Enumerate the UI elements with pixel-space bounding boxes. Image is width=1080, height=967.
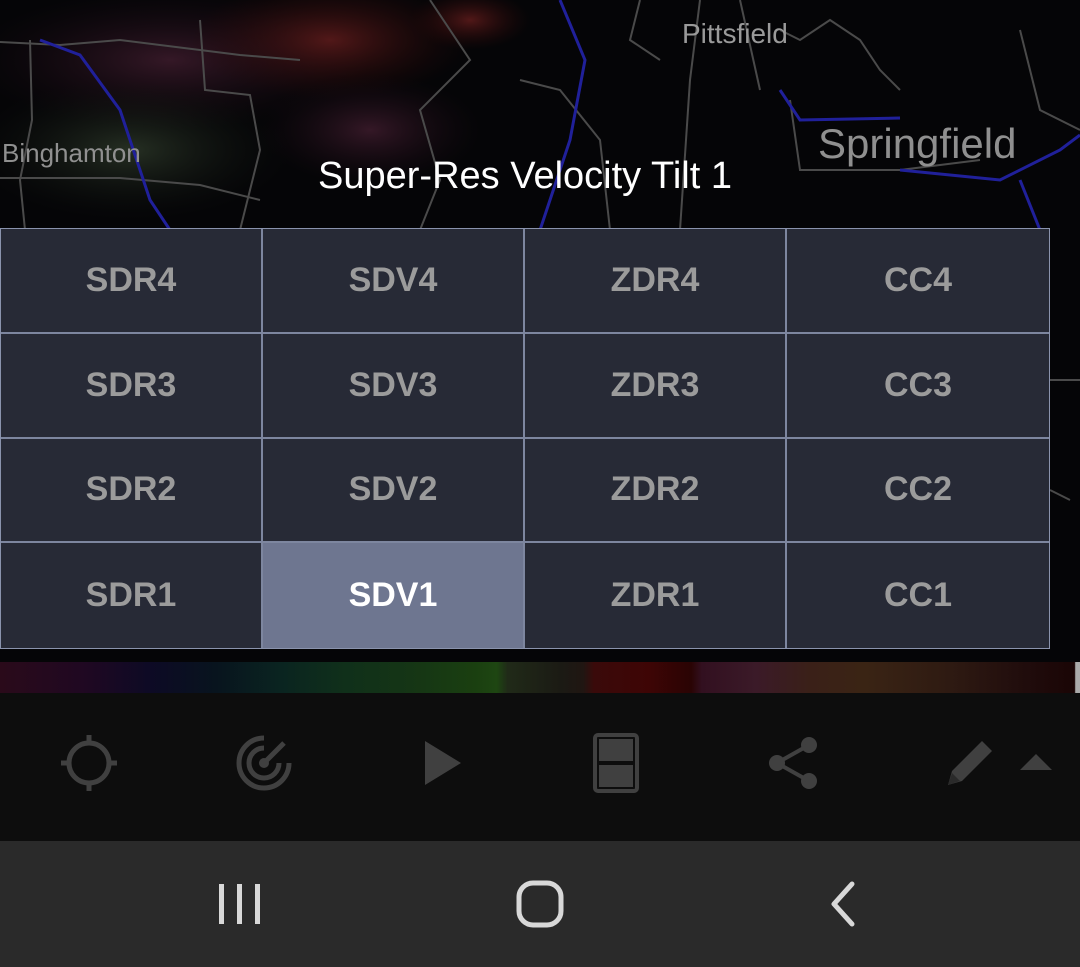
product-cell-selected[interactable]: SDV1 xyxy=(263,543,525,648)
product-cell[interactable]: SDR3 xyxy=(1,333,263,439)
product-grid: SDR4 SDV4 ZDR4 CC4 SDR3 SDV3 ZDR3 CC3 SD… xyxy=(0,228,1050,649)
product-cell[interactable]: CC4 xyxy=(787,229,1049,334)
product-cell[interactable]: ZDR2 xyxy=(525,438,787,544)
crosshair-icon xyxy=(61,735,117,791)
product-cell[interactable]: SDV4 xyxy=(263,229,525,334)
system-nav-bar xyxy=(0,841,1080,967)
product-cell[interactable]: CC1 xyxy=(787,543,1049,648)
recents-icon xyxy=(219,884,260,924)
triangle-up-icon xyxy=(1020,754,1052,770)
product-cell[interactable]: ZDR1 xyxy=(525,543,787,648)
radar-icon xyxy=(236,735,292,791)
back-button[interactable] xyxy=(808,874,878,934)
expand-toolbar-button[interactable] xyxy=(1016,748,1056,778)
draw-button[interactable] xyxy=(940,733,1000,793)
screen: Pittsfield Binghamton Springfield Super-… xyxy=(0,0,1080,967)
product-cell[interactable]: CC3 xyxy=(787,333,1049,439)
product-cell[interactable]: ZDR3 xyxy=(525,333,787,439)
back-icon xyxy=(831,881,855,927)
velocity-color-scale xyxy=(0,662,1080,693)
product-cell[interactable]: CC2 xyxy=(787,438,1049,544)
share-icon xyxy=(769,737,817,789)
product-cell[interactable]: SDR1 xyxy=(1,543,263,648)
city-label-pittsfield: Pittsfield xyxy=(682,18,788,49)
radar-button[interactable] xyxy=(234,733,294,793)
share-button[interactable] xyxy=(763,733,823,793)
pencil-icon xyxy=(948,741,992,785)
bottom-toolbar xyxy=(0,693,1080,841)
home-button[interactable] xyxy=(505,874,575,934)
dialog-title: Super-Res Velocity Tilt 1 xyxy=(318,155,732,197)
home-icon xyxy=(516,880,564,928)
product-cell[interactable]: SDV3 xyxy=(263,333,525,439)
product-cell[interactable]: SDV2 xyxy=(263,438,525,544)
split-layout-icon xyxy=(593,733,639,793)
play-icon xyxy=(425,741,461,785)
split-layout-button[interactable] xyxy=(586,733,646,793)
location-button[interactable] xyxy=(59,733,119,793)
product-cell[interactable]: SDR4 xyxy=(1,229,263,334)
product-cell[interactable]: SDR2 xyxy=(1,438,263,544)
play-button[interactable] xyxy=(411,733,471,793)
product-cell[interactable]: ZDR4 xyxy=(525,229,787,334)
recents-button[interactable] xyxy=(204,874,274,934)
